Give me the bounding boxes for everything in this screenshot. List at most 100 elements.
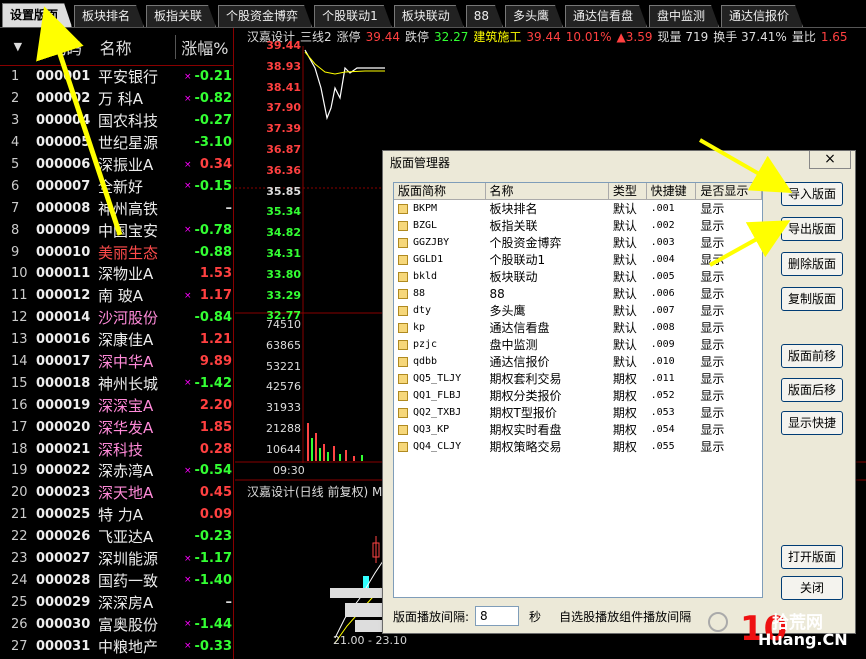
volume-axis-label: 63865 bbox=[266, 338, 301, 352]
layout-list-item[interactable]: QQ4_CLJY 期权策略交易 期权 .055 显示 bbox=[394, 438, 762, 455]
layout-list-item[interactable]: GGZJBY 个股资金博弈 默认 .003 显示 bbox=[394, 234, 762, 251]
column-header-code[interactable]: 代码 bbox=[36, 35, 96, 59]
close-dialog-button[interactable]: 关闭 bbox=[781, 576, 843, 600]
stock-row[interactable]: 23 000027 深圳能源 × -1.17 bbox=[0, 548, 233, 570]
tab-9[interactable]: 盘中监测 bbox=[649, 5, 719, 27]
stock-row[interactable]: 18 000021 深科技 0.28 bbox=[0, 438, 233, 460]
tab-6[interactable]: 88 bbox=[466, 5, 503, 27]
stock-row[interactable]: 16 000019 深深宝A 2.20 bbox=[0, 394, 233, 416]
play-interval-input[interactable]: 8 bbox=[475, 606, 520, 626]
tab-10[interactable]: 通达信报价 bbox=[721, 5, 803, 27]
stock-row[interactable]: 2 000002 万 科A × -0.82 bbox=[0, 88, 233, 110]
stock-row[interactable]: 12 000014 沙河股份 -0.84 bbox=[0, 307, 233, 329]
column-header-name[interactable]: 名称 bbox=[96, 35, 176, 59]
layout-list-item[interactable]: pzjc 盘中监测 默认 .009 显示 bbox=[394, 336, 762, 353]
stock-row[interactable]: 1 000001 平安银行 × -0.21 bbox=[0, 66, 233, 88]
row-index: 24 bbox=[11, 572, 28, 588]
copy-layout-button[interactable]: 复制版面 bbox=[781, 287, 843, 311]
stock-code: 000027 bbox=[36, 551, 91, 567]
layout-shortcut: .053 bbox=[650, 407, 675, 418]
stock-row[interactable]: 13 000016 深康佳A 1.21 bbox=[0, 329, 233, 351]
show-shortcut-button[interactable]: 显示快捷 bbox=[781, 411, 843, 435]
stock-row[interactable]: 14 000017 深中华A 9.89 bbox=[0, 351, 233, 373]
tab-0[interactable]: 设置版面 bbox=[2, 3, 72, 27]
layout-list-item[interactable]: QQ1_FLBJ 期权分类报价 期权 .052 显示 bbox=[394, 387, 762, 404]
col-name[interactable]: 名称 bbox=[486, 183, 609, 199]
layout-type: 默认 bbox=[612, 321, 637, 335]
layout-list-item[interactable]: bkld 板块联动 默认 .005 显示 bbox=[394, 268, 762, 285]
stock-row[interactable]: 15 000018 神州长城 × -1.42 bbox=[0, 372, 233, 394]
stock-name: 深科技 bbox=[98, 440, 144, 459]
col-short-name[interactable]: 版面简称 bbox=[394, 183, 486, 199]
move-layout-up-button[interactable]: 版面前移 bbox=[781, 344, 843, 368]
stock-name: 中国宝安 bbox=[98, 221, 159, 240]
col-type[interactable]: 类型 bbox=[609, 183, 647, 199]
row-index: 20 bbox=[11, 485, 28, 501]
move-layout-down-button[interactable]: 版面后移 bbox=[781, 378, 843, 402]
layout-name: 期权实时看盘 bbox=[489, 423, 562, 437]
row-index: 22 bbox=[11, 529, 28, 545]
stock-row[interactable]: 11 000012 南 玻A × 1.17 bbox=[0, 285, 233, 307]
layout-short-name-cell: GGZJBY bbox=[394, 237, 486, 248]
stock-row[interactable]: 20 000023 深天地A 0.45 bbox=[0, 482, 233, 504]
tab-7[interactable]: 多头鹰 bbox=[505, 5, 563, 27]
stock-row[interactable]: 5 000006 深振业A × 0.34 bbox=[0, 154, 233, 176]
stock-row[interactable]: 3 000004 国农科技 -0.27 bbox=[0, 110, 233, 132]
stock-row[interactable]: 21 000025 特 力A 0.09 bbox=[0, 504, 233, 526]
layout-name: 期权策略交易 bbox=[489, 440, 562, 454]
row-index: 6 bbox=[11, 178, 20, 194]
stock-code: 000029 bbox=[36, 594, 91, 610]
stock-row[interactable]: 27 000031 中粮地产 × -0.33 bbox=[0, 635, 233, 657]
dialog-close-button[interactable]: × bbox=[809, 151, 851, 169]
layout-list-item[interactable]: QQ2_TXBJ 期权T型报价 期权 .053 显示 bbox=[394, 404, 762, 421]
stock-row[interactable]: 19 000022 深赤湾A × -0.54 bbox=[0, 460, 233, 482]
tab-4[interactable]: 个股联动1 bbox=[314, 5, 392, 27]
stock-code: 000025 bbox=[36, 507, 91, 523]
layout-short-name: BKPM bbox=[413, 203, 438, 214]
col-shortcut[interactable]: 快捷键 bbox=[647, 183, 697, 199]
tab-5[interactable]: 板块联动 bbox=[394, 5, 464, 27]
stock-row[interactable]: 4 000005 世纪星源 -3.10 bbox=[0, 132, 233, 154]
layout-list[interactable]: 版面简称 名称 类型 快捷键 是否显示 BKPM 板块排名 默认 .001 显示 BZGL… bbox=[393, 182, 763, 598]
stock-name: 深天地A bbox=[98, 484, 154, 503]
export-layout-button[interactable]: 导出版面 bbox=[781, 217, 843, 241]
stock-row[interactable]: 10 000011 深物业A 1.53 bbox=[0, 263, 233, 285]
layout-list-item[interactable]: kp 通达信看盘 默认 .008 显示 bbox=[394, 319, 762, 336]
stock-row[interactable]: 25 000029 深深房A – bbox=[0, 591, 233, 613]
watermark-subtext: Huang.CN bbox=[758, 630, 848, 649]
layout-list-item[interactable]: dty 多头鹰 默认 .007 显示 bbox=[394, 302, 762, 319]
layout-name: 盘中监测 bbox=[489, 338, 538, 352]
layout-list-item[interactable]: qdbb 通达信报价 默认 .010 显示 bbox=[394, 353, 762, 370]
stock-code: 000030 bbox=[36, 616, 91, 632]
layout-list-item[interactable]: 88 88 默认 .006 显示 bbox=[394, 285, 762, 302]
sort-dropdown-icon[interactable]: ▼ bbox=[0, 40, 36, 53]
layout-name: 期权套利交易 bbox=[489, 372, 562, 386]
tab-2[interactable]: 板指关联 bbox=[146, 5, 216, 27]
layout-visible: 显示 bbox=[700, 321, 725, 335]
tab-3[interactable]: 个股资金博弈 bbox=[218, 5, 312, 27]
stock-row[interactable]: 9 000010 美丽生态 -0.88 bbox=[0, 241, 233, 263]
stock-row[interactable]: 7 000008 神州高铁 – bbox=[0, 197, 233, 219]
delete-layout-button[interactable]: 删除版面 bbox=[781, 252, 843, 276]
stock-row[interactable]: 24 000028 国药一致 × -1.40 bbox=[0, 569, 233, 591]
tab-8[interactable]: 通达信看盘 bbox=[565, 5, 647, 27]
layout-short-name-cell: BKPM bbox=[394, 203, 486, 214]
layout-list-item[interactable]: BZGL 板指关联 默认 .002 显示 bbox=[394, 217, 762, 234]
price-axis-label: 33.29 bbox=[266, 288, 301, 302]
layout-list-item[interactable]: BKPM 板块排名 默认 .001 显示 bbox=[394, 200, 762, 217]
layout-icon bbox=[398, 237, 408, 248]
row-index: 23 bbox=[11, 551, 28, 567]
layout-list-item[interactable]: GGLD1 个股联动1 默认 .004 显示 bbox=[394, 251, 762, 268]
stock-row[interactable]: 8 000009 中国宝安 × -0.78 bbox=[0, 219, 233, 241]
col-visible[interactable]: 是否显示 bbox=[696, 183, 762, 199]
tab-1[interactable]: 板块排名 bbox=[74, 5, 144, 27]
layout-list-item[interactable]: QQ3_KP 期权实时看盘 期权 .054 显示 bbox=[394, 421, 762, 438]
stock-row[interactable]: 22 000026 飞亚达A -0.23 bbox=[0, 526, 233, 548]
stock-row[interactable]: 17 000020 深华发A 1.85 bbox=[0, 416, 233, 438]
column-header-change[interactable]: 涨幅% bbox=[175, 34, 233, 59]
stock-row[interactable]: 6 000007 全新好 × -0.15 bbox=[0, 175, 233, 197]
import-layout-button[interactable]: 导入版面 bbox=[781, 182, 843, 206]
open-layout-button[interactable]: 打开版面 bbox=[781, 545, 843, 569]
stock-row[interactable]: 26 000030 富奥股份 × -1.44 bbox=[0, 613, 233, 635]
layout-list-item[interactable]: QQ5_TLJY 期权套利交易 期权 .011 显示 bbox=[394, 370, 762, 387]
